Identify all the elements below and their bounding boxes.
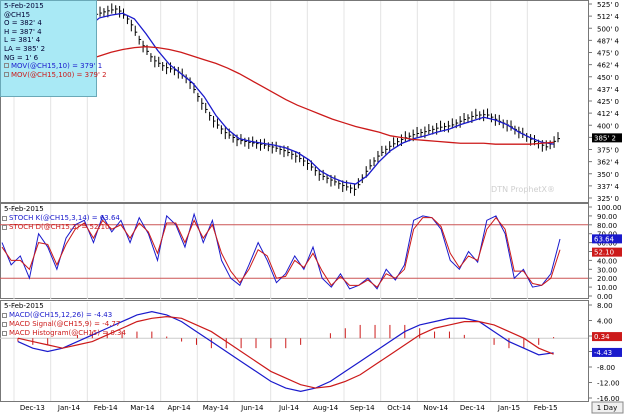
- y-tick-label: 90.00: [597, 213, 617, 221]
- stoch-k-legend: STOCH K(@CH15,3,14) = 63.64: [2, 214, 120, 223]
- last-price-tag-text: 385' 2: [594, 134, 616, 142]
- x-tick-label: Dec-13: [20, 404, 45, 412]
- open-label: O = 382' 4: [4, 19, 42, 28]
- legend-square-icon: [4, 63, 9, 69]
- y-tick-label: 450' 0: [597, 74, 619, 82]
- high-label: H = 387' 4: [4, 27, 42, 36]
- y-tick-label: 525' 0: [597, 1, 619, 9]
- macd-tag-text: -4.43: [594, 349, 612, 357]
- y-tick-label: 487' 4: [597, 37, 620, 45]
- x-tick-label: Mar-14: [130, 404, 155, 412]
- x-tick-label: Apr-14: [167, 404, 191, 412]
- y-tick-label: 0.00: [597, 293, 613, 301]
- macd-histogram-legend-text: MACD Histogram(@CH15) = 0.34: [9, 329, 126, 337]
- y-tick-label: 325' 0: [597, 195, 619, 203]
- symbol-label: @CH15: [4, 10, 31, 19]
- y-tick-label: 337' 4: [597, 183, 620, 191]
- stoch-d-legend: STOCH D(@CH15,3) = 52.10: [2, 223, 120, 232]
- y-tick-label: 4.00: [597, 318, 613, 326]
- y-tick-label: 10.00: [597, 284, 617, 292]
- y-tick-label: 100.00: [597, 204, 622, 212]
- stoch-date: 5-Feb-2015: [4, 205, 44, 213]
- x-tick-label: Feb-14: [94, 404, 118, 412]
- y-tick-label: -12.00: [597, 380, 620, 388]
- y-tick-label: 437' 4: [597, 86, 620, 94]
- y-tick-label: 500' 0: [597, 25, 619, 33]
- macd-legend-row: MACD(@CH15,12,26) = -4.43: [2, 311, 126, 320]
- net-change-label: NG = 1' 6: [4, 53, 39, 62]
- mov10-legend-text: MOV(@CH15,10) = 379' 1: [11, 62, 103, 71]
- x-tick-label: Aug-14: [313, 404, 339, 412]
- x-tick-label: Sep-14: [350, 404, 375, 412]
- price-date: 5-Feb-2015: [4, 2, 44, 10]
- price-info-box: 5-Feb-2015 @CH15 O = 382' 4 H = 387' 4 L…: [0, 0, 107, 97]
- y-tick-label: 512' 4: [597, 13, 620, 21]
- x-tick-label: Jun-14: [240, 404, 264, 412]
- watermark-logo: DTN ProphetX®: [491, 185, 555, 194]
- y-tick-label: 350' 0: [597, 171, 619, 179]
- x-tick-label: Feb-15: [534, 404, 558, 412]
- x-tick-label: May-14: [203, 404, 229, 412]
- macd-date: 5-Feb-2015: [4, 302, 44, 310]
- legend-square-icon: [2, 331, 7, 336]
- stoch-k-tag-text: 63.64: [594, 235, 615, 243]
- y-tick-label: 362' 4: [597, 159, 620, 167]
- x-tick-label: Nov-14: [423, 404, 448, 412]
- y-tick-label: 20.00: [597, 275, 617, 283]
- y-tick-label: 475' 0: [597, 50, 619, 58]
- legend-square-icon: [2, 313, 7, 318]
- low-label: L = 381' 4: [4, 36, 41, 45]
- legend-square-icon: [2, 225, 7, 230]
- legend-square-icon: [2, 322, 7, 327]
- macd-histogram-tag-text: 0.34: [594, 333, 610, 341]
- period-button-label: 1 Day: [597, 404, 618, 412]
- mov10-legend: MOV(@CH15,10) = 379' 1: [4, 62, 102, 71]
- legend-square-icon: [4, 71, 9, 77]
- last-label: LA = 385' 2: [4, 44, 46, 53]
- y-tick-label: 375' 0: [597, 147, 619, 155]
- y-tick-label: 462' 4: [597, 62, 620, 70]
- mov100-legend-text: MOV(@CH15,100) = 379' 2: [11, 70, 107, 79]
- y-tick-label: 30.00: [597, 266, 617, 274]
- stoch-d-legend-text: STOCH D(@CH15,3) = 52.10: [9, 223, 110, 231]
- macd-legend: MACD(@CH15,12,26) = -4.43 MACD Signal(@C…: [2, 311, 126, 338]
- x-tick-label: Dec-14: [460, 404, 486, 412]
- x-tick-label: Jan-15: [497, 404, 520, 412]
- stoch-d-tag-text: 52.10: [594, 249, 614, 257]
- y-tick-label: 40.00: [597, 257, 617, 265]
- stoch-k-legend-text: STOCH K(@CH15,3,14) = 63.64: [9, 214, 120, 222]
- x-tick-label: Jul-14: [278, 404, 299, 412]
- y-tick-label: 80.00: [597, 222, 617, 230]
- y-tick-label: 400' 0: [597, 122, 619, 130]
- legend-square-icon: [2, 216, 7, 221]
- macd-histogram-legend: MACD Histogram(@CH15) = 0.34: [2, 329, 126, 338]
- x-tick-label: Jan-14: [57, 404, 81, 412]
- y-tick-label: -16.00: [597, 395, 620, 403]
- y-tick-label: 425' 0: [597, 98, 619, 106]
- y-tick-label: -8.00: [597, 364, 615, 372]
- stoch-legend: STOCH K(@CH15,3,14) = 63.64 STOCH D(@CH1…: [2, 214, 120, 232]
- macd-legend-text: MACD(@CH15,12,26) = -4.43: [9, 311, 113, 319]
- macd-signal-legend-text: MACD Signal(@CH15,9) = -4.77: [9, 320, 121, 328]
- x-tick-label: Oct-14: [387, 404, 411, 412]
- y-tick-label: 412' 4: [597, 110, 620, 118]
- macd-signal-legend: MACD Signal(@CH15,9) = -4.77: [2, 320, 126, 329]
- y-tick-label: 8.00: [597, 302, 613, 310]
- mov100-legend: MOV(@CH15,100) = 379' 2: [4, 71, 107, 80]
